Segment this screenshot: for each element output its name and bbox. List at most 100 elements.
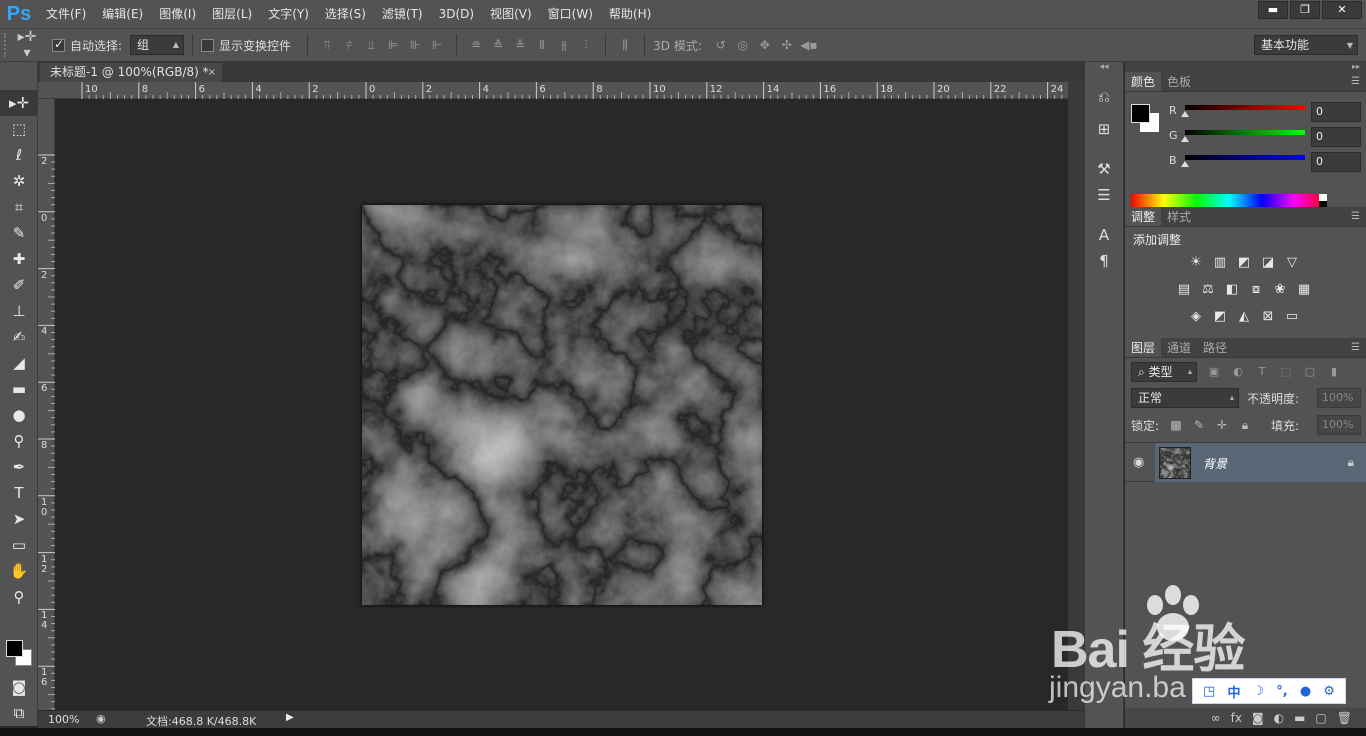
zoom-level[interactable]: 100% [48,713,79,726]
dodge-tool-icon[interactable]: ⚲ [0,428,38,454]
blue-slider[interactable] [1185,155,1305,160]
distribute-top-icon[interactable]: ≘ [465,35,487,55]
magic-wand-tool-icon[interactable]: ✲ [0,168,38,194]
menu-type[interactable]: 文字(Y) [260,0,317,28]
panel-menu-icon[interactable]: ☰ [1351,207,1366,226]
layer-filter-dropdown[interactable]: ⌕ 类型 ▴ [1131,362,1197,382]
new-group-icon[interactable]: ▬ [1294,711,1305,725]
fill-input[interactable]: 100% [1317,415,1361,435]
align-hcenter-icon[interactable]: ⊪ [404,35,426,55]
filter-type-icon[interactable]: T [1253,362,1271,382]
distribute-right-icon[interactable]: ⫶ [575,35,597,55]
move-tool-icon[interactable]: ▸✛ [0,90,38,116]
foreground-color-chip[interactable] [1131,104,1150,123]
distribute-hcenter-icon[interactable]: ⫵ [553,35,575,55]
threshold-icon[interactable]: ◭ [1234,307,1254,327]
tab-color[interactable]: 颜色 [1125,72,1162,91]
clone-stamp-tool-icon[interactable]: ⊥ [0,298,38,324]
panel-menu-icon[interactable]: ☰ [1351,338,1366,357]
marquee-tool-icon[interactable]: ⬚ [0,116,38,142]
healing-brush-tool-icon[interactable]: ✚ [0,246,38,272]
minimize-button[interactable]: ▬ [1258,1,1288,19]
menu-file[interactable]: 文件(F) [38,0,94,28]
3d-scale-icon[interactable]: ◀▪ [798,35,820,55]
channel-mixer-icon[interactable]: ❀ [1270,280,1290,300]
quick-mask-icon[interactable]: ◙ [0,674,38,700]
menu-help[interactable]: 帮助(H) [601,0,659,28]
trash-icon[interactable]: 🗑︎ [1337,711,1352,725]
tab-adjustments[interactable]: 调整 [1125,207,1162,226]
show-transform-checkbox[interactable] [201,38,215,52]
new-layer-icon[interactable]: ▢ [1315,711,1326,725]
align-top-icon[interactable]: ⫪ [316,35,338,55]
type-tool-icon[interactable]: T [0,480,38,506]
menu-edit[interactable]: 编辑(E) [94,0,151,28]
collapse-arrows-icon[interactable]: ◂◂ [1085,62,1123,74]
exposure-icon[interactable]: ◪ [1258,253,1278,273]
color-balance-icon[interactable]: ⚖ [1198,280,1218,300]
zoom-tool-icon[interactable]: ⚲ [0,584,38,610]
green-slider[interactable] [1185,130,1305,135]
ime-moon-icon[interactable]: ☽ [1253,684,1265,699]
layer-row[interactable]: ◉ 背景 🔒︎ [1125,442,1366,482]
workspace-dropdown[interactable]: 基本功能 ▼ [1254,35,1358,55]
filter-smart-object-icon[interactable]: ▢ [1301,362,1319,382]
foreground-color-swatch[interactable] [6,640,23,657]
ime-logo-icon[interactable]: ◳ [1203,684,1215,699]
menu-layer[interactable]: 图层(L) [204,0,260,28]
distribute-bottom-icon[interactable]: ≚ [509,35,531,55]
levels-icon[interactable]: ▥ [1210,253,1230,273]
green-slider-thumb[interactable] [1181,136,1189,142]
tab-channels[interactable]: 通道 [1161,338,1197,357]
adjustment-layer-icon[interactable]: ◐ [1274,711,1284,725]
filter-toggle-icon[interactable]: ▮ [1325,362,1343,382]
close-tab-icon[interactable]: × [208,63,216,82]
3d-roll-icon[interactable]: ◎ [732,35,754,55]
brightness-contrast-icon[interactable]: ☀ [1186,253,1206,273]
eraser-tool-icon[interactable]: ◢ [0,350,38,376]
horizontal-ruler[interactable]: 10 8 6 4 2 0 2 4 6 8 10 12 14 16 18 20 22 24 [38,82,1068,99]
red-slider-thumb[interactable] [1181,111,1189,117]
screen-mode-icon[interactable]: ⧉ [0,700,38,726]
menu-window[interactable]: 窗口(W) [540,0,601,28]
lock-position-icon[interactable]: ✛ [1213,415,1231,435]
brush-tool-icon[interactable]: ✐ [0,272,38,298]
paragraph-panel-icon[interactable]: ¶ [1085,248,1123,274]
move-tool-preset-icon[interactable]: ▸✛ ▾ [12,29,42,61]
3d-slide-icon[interactable]: ✣ [776,35,798,55]
tab-paths[interactable]: 路径 [1197,338,1233,357]
link-layers-icon[interactable]: ∞ [1211,711,1221,725]
hand-tool-icon[interactable]: ✋ [0,558,38,584]
layer-name[interactable]: 背景 [1203,455,1227,472]
status-menu-arrow-icon[interactable]: ▶ [286,712,294,723]
auto-select-checkbox[interactable] [52,37,65,52]
crop-tool-icon[interactable]: ⌗ [0,194,38,220]
3d-rotate-icon[interactable]: ↺ [710,35,732,55]
color-spectrum-bar[interactable] [1131,194,1327,208]
filter-adjustment-icon[interactable]: ◐ [1229,362,1247,382]
vertical-ruler[interactable]: 2 0 2 4 6 8 1 0 1 2 1 4 1 6 [38,99,55,710]
restore-button[interactable]: ❐ [1290,1,1320,19]
invert-icon[interactable]: ◈ [1186,307,1206,327]
filter-shape-icon[interactable]: ⬚ [1277,362,1295,382]
3d-drag-icon[interactable]: ✥ [754,35,776,55]
color-lookup-icon[interactable]: ▦ [1294,280,1314,300]
properties-panel-icon[interactable]: ⊞ [1085,116,1123,142]
tab-swatches[interactable]: 色板 [1161,72,1197,91]
distribute-left-icon[interactable]: ⫴ [531,35,553,55]
blur-tool-icon[interactable]: ● [0,402,38,428]
pen-tool-icon[interactable]: ✒ [0,454,38,480]
history-brush-tool-icon[interactable]: ✍ [0,324,38,350]
menu-filter[interactable]: 滤镜(T) [374,0,431,28]
rectangle-tool-icon[interactable]: ▭ [0,532,38,558]
tab-layers[interactable]: 图层 [1125,338,1162,357]
black-white-icon[interactable]: ◧ [1222,280,1242,300]
opacity-input[interactable]: 100% [1317,388,1361,408]
auto-align-icon[interactable]: ⫼ [614,35,636,55]
ime-settings-icon[interactable]: ⚙ [1323,684,1335,699]
align-bottom-icon[interactable]: ⫫ [360,35,382,55]
tab-styles[interactable]: 样式 [1161,207,1197,226]
eye-icon[interactable]: ◉ [1133,455,1144,470]
brush-panel-icon[interactable]: ☰ [1085,182,1123,208]
eyedropper-tool-icon[interactable]: ✎ [0,220,38,246]
